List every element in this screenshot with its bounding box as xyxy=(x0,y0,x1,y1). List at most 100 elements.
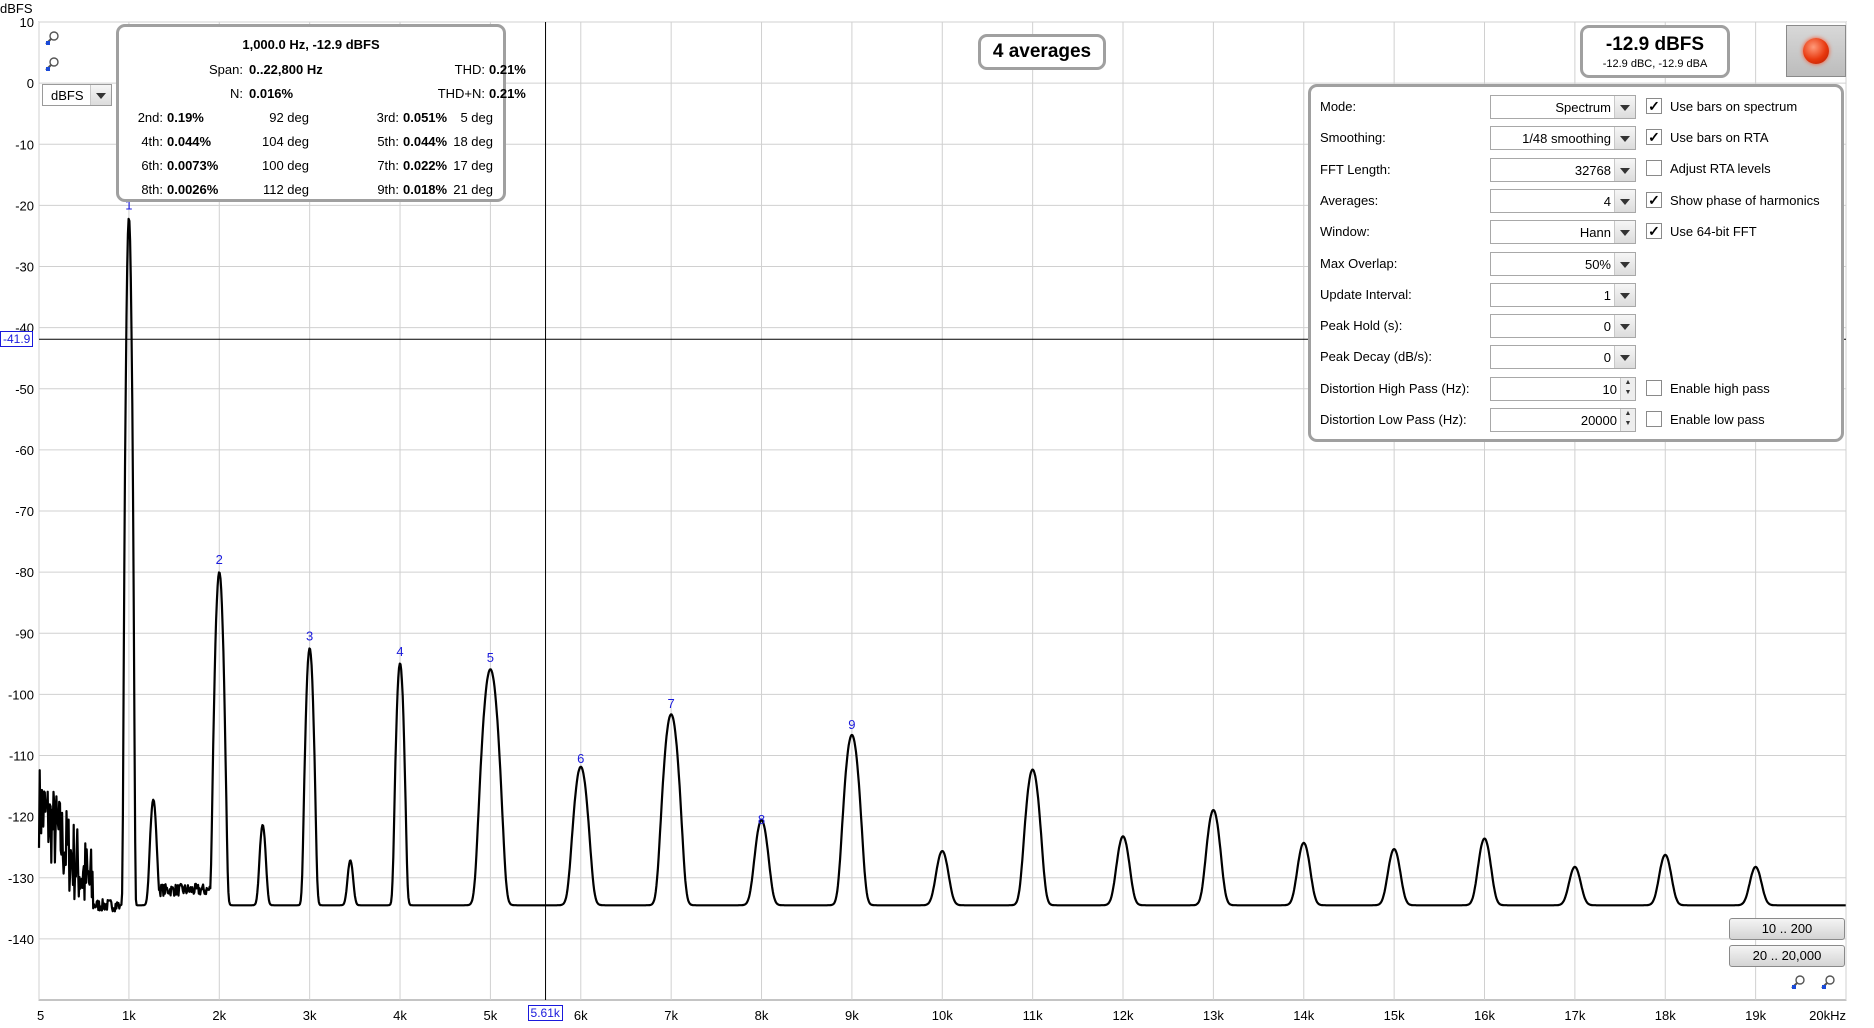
setting-label: FFT Length: xyxy=(1320,162,1391,177)
checkbox[interactable] xyxy=(1646,411,1662,427)
setting-value: 20000 xyxy=(1580,413,1617,428)
zoom-out-icon[interactable] xyxy=(44,56,60,72)
harmonic-value: 0.044% xyxy=(167,134,212,149)
setting-spinner[interactable]: 20000 ▲ ▼ xyxy=(1490,408,1636,432)
chevron-down-icon[interactable] xyxy=(1614,221,1635,243)
zoom-in-x-icon[interactable] xyxy=(1790,974,1806,990)
setting-value: Spectrum xyxy=(1555,100,1611,115)
chevron-down-icon[interactable] xyxy=(1614,96,1635,118)
setting-label: Distortion High Pass (Hz): xyxy=(1320,381,1470,396)
chevron-down-icon[interactable] xyxy=(1614,253,1635,275)
chevron-down-icon[interactable] xyxy=(1614,315,1635,337)
setting-row: Distortion Low Pass (Hz): 20000 ▲ ▼ xyxy=(1320,408,1650,432)
setting-dropdown[interactable]: 4 xyxy=(1490,189,1636,213)
setting-value: 0 xyxy=(1603,319,1611,334)
chevron-down-icon[interactable] xyxy=(1614,190,1635,212)
x-tick-label: 3k xyxy=(303,1008,317,1023)
setting-dropdown[interactable]: Hann xyxy=(1490,220,1636,244)
chevron-down-icon[interactable] xyxy=(1614,284,1635,306)
y-unit-select[interactable]: dBFS xyxy=(42,84,112,106)
setting-row: Smoothing: 1/48 smoothing xyxy=(1320,126,1650,150)
checkbox-label: Enable high pass xyxy=(1670,381,1770,396)
spinner-arrows-icon[interactable]: ▲ ▼ xyxy=(1620,378,1635,400)
range-10-200-button[interactable]: 10 .. 200 xyxy=(1729,918,1845,940)
record-button[interactable] xyxy=(1786,25,1846,77)
y-tick-label: -60 xyxy=(15,443,34,458)
x-tick-label: 9k xyxy=(845,1008,859,1023)
y-unit-value: dBFS xyxy=(51,88,84,103)
y-axis-unit-label: dBFS xyxy=(0,1,33,16)
checkbox[interactable]: ✓ xyxy=(1646,129,1662,145)
x-tick-label: 18k xyxy=(1655,1008,1676,1023)
setting-row: Mode: Spectrum xyxy=(1320,95,1650,119)
checkbox[interactable] xyxy=(1646,380,1662,396)
x-tick-label: 2k xyxy=(212,1008,226,1023)
checkbox[interactable]: ✓ xyxy=(1646,98,1662,114)
harmonic-phase: 21 deg xyxy=(453,182,493,197)
harmonic-marker-label: 6 xyxy=(577,751,584,766)
cursor-y-readout: -41.9 xyxy=(0,331,34,348)
setting-label: Smoothing: xyxy=(1320,130,1386,145)
x-tick-label: 20kHz xyxy=(1809,1008,1846,1023)
span-label: Span: xyxy=(209,62,243,77)
setting-dropdown[interactable]: 50% xyxy=(1490,252,1636,276)
y-tick-label: 0 xyxy=(27,76,34,91)
y-tick-label: -120 xyxy=(8,810,34,825)
harmonic-label: 7th: xyxy=(377,158,399,173)
harmonic-value: 0.0026% xyxy=(167,182,219,197)
x-tick-label: 4k xyxy=(393,1008,407,1023)
setting-row: Averages: 4 xyxy=(1320,189,1650,213)
setting-spinner[interactable]: 10 ▲ ▼ xyxy=(1490,377,1636,401)
x-tick-label: 5 xyxy=(37,1008,44,1023)
checkbox-label: Use bars on RTA xyxy=(1670,130,1769,145)
setting-value: 4 xyxy=(1603,194,1611,209)
y-tick-label: 10 xyxy=(20,15,34,30)
setting-row: FFT Length: 32768 xyxy=(1320,158,1650,182)
setting-dropdown[interactable]: 0 xyxy=(1490,345,1636,369)
chevron-down-icon[interactable] xyxy=(1614,159,1635,181)
chevron-down-icon[interactable] xyxy=(1614,346,1635,368)
setting-label: Distortion Low Pass (Hz): xyxy=(1320,412,1467,427)
setting-value: Hann xyxy=(1579,225,1611,240)
x-tick-label: 7k xyxy=(664,1008,678,1023)
x-tick-label: 17k xyxy=(1564,1008,1585,1023)
y-tick-label: -70 xyxy=(15,504,34,519)
harmonic-phase: 104 deg xyxy=(262,134,309,149)
checkbox[interactable]: ✓ xyxy=(1646,223,1662,239)
zoom-out-x-icon[interactable] xyxy=(1820,974,1836,990)
harmonic-phase: 112 deg xyxy=(262,182,309,197)
y-tick-label: -130 xyxy=(8,871,34,886)
range-20-20000-button[interactable]: 20 .. 20,000 xyxy=(1729,945,1845,967)
harmonic-phase: 17 deg xyxy=(453,158,493,173)
y-tick-label: -110 xyxy=(9,749,34,764)
zoom-in-icon[interactable] xyxy=(44,30,60,46)
setting-dropdown[interactable]: Spectrum xyxy=(1490,95,1636,119)
setting-label: Averages: xyxy=(1320,193,1379,208)
setting-dropdown[interactable]: 0 xyxy=(1490,314,1636,338)
checkbox-label: Adjust RTA levels xyxy=(1670,161,1771,176)
setting-label: Update Interval: xyxy=(1320,287,1412,302)
setting-row: Peak Hold (s): 0 xyxy=(1320,314,1650,338)
harmonic-phase: 18 deg xyxy=(453,134,493,149)
setting-value: 10 xyxy=(1602,382,1617,397)
setting-dropdown[interactable]: 32768 xyxy=(1490,158,1636,182)
checkbox-label: Show phase of harmonics xyxy=(1670,193,1820,208)
harmonic-label: 6th: xyxy=(141,158,163,173)
x-tick-label: 11k xyxy=(1023,1008,1043,1023)
setting-row: Update Interval: 1 xyxy=(1320,283,1650,307)
thdn-value: 0.21% xyxy=(489,86,526,101)
setting-dropdown[interactable]: 1 xyxy=(1490,283,1636,307)
thd-value: 0.21% xyxy=(489,62,526,77)
setting-value: 32768 xyxy=(1574,163,1611,178)
setting-dropdown[interactable]: 1/48 smoothing xyxy=(1490,126,1636,150)
checkbox[interactable] xyxy=(1646,160,1662,176)
setting-value: 1 xyxy=(1603,288,1611,303)
x-tick-label: 10k xyxy=(932,1008,953,1023)
harmonic-label: 2nd: xyxy=(137,110,163,125)
setting-row: Max Overlap: 50% xyxy=(1320,252,1650,276)
checkbox[interactable]: ✓ xyxy=(1646,192,1662,208)
level-readout: -12.9 dBFS -12.9 dBC, -12.9 dBA xyxy=(1580,25,1730,78)
x-tick-label: 14k xyxy=(1293,1008,1314,1023)
chevron-down-icon[interactable] xyxy=(1614,127,1635,149)
spinner-arrows-icon[interactable]: ▲ ▼ xyxy=(1620,409,1635,431)
